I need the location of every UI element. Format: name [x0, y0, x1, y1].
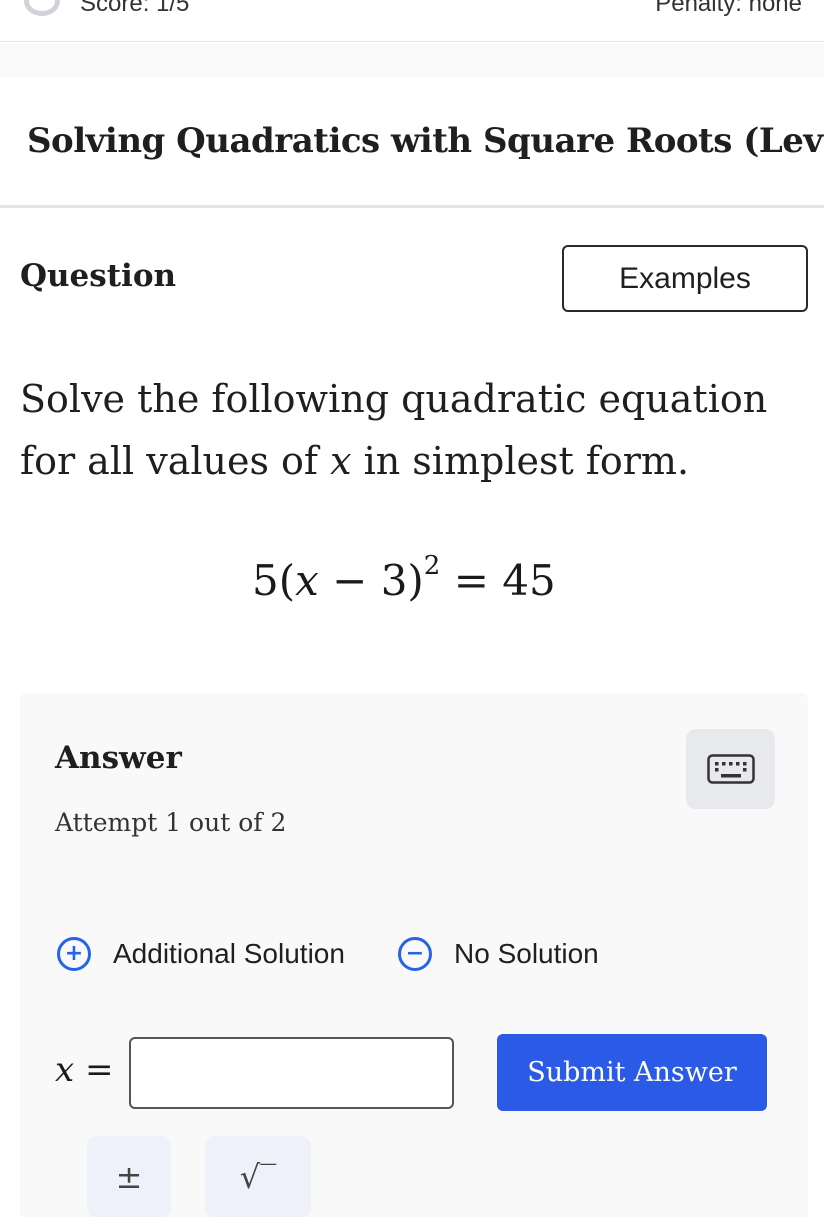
equation-inner: − 3)	[318, 556, 424, 605]
equation-coefficient: 5(	[252, 556, 296, 605]
keyboard-button[interactable]	[686, 729, 775, 809]
question-heading: Question	[20, 258, 177, 294]
prompt-variable: x	[330, 439, 352, 483]
equation-variable: x	[295, 556, 319, 605]
answer-input[interactable]	[129, 1037, 454, 1109]
score-text: Score: 1/5	[80, 0, 190, 17]
additional-solution-option[interactable]: + Additional Solution	[57, 934, 345, 974]
top-bar: Score: 1/5 Penalty: none	[0, 0, 824, 42]
additional-solution-label: Additional Solution	[113, 938, 345, 969]
answer-heading: Answer	[55, 740, 182, 776]
equation: 5(x − 3)2 = 45	[252, 551, 556, 605]
no-solution-label: No Solution	[454, 938, 599, 969]
no-solution-option[interactable]: − No Solution	[398, 934, 599, 974]
square-root-button[interactable]: √‾	[205, 1136, 311, 1217]
divider-strip	[0, 43, 824, 77]
examples-button[interactable]: Examples	[562, 245, 808, 312]
score-ring-icon	[24, 0, 60, 16]
plus-minus-button[interactable]: ±	[87, 1136, 171, 1217]
minus-circle-icon: −	[398, 937, 432, 971]
attempt-counter: Attempt 1 out of 2	[55, 808, 287, 837]
title-band: Solving Quadratics with Square Roots (Le…	[0, 77, 824, 208]
keyboard-icon	[706, 754, 755, 784]
answer-equals: =	[74, 1050, 114, 1090]
answer-variable: x	[55, 1050, 75, 1090]
answer-variable-label: x =	[55, 1050, 113, 1090]
equation-rhs: = 45	[440, 556, 556, 605]
equation-exponent: 2	[423, 551, 441, 581]
penalty-text: Penalty: none	[655, 0, 802, 17]
plus-circle-icon: +	[57, 937, 91, 971]
question-prompt: Solve the following quadratic equation f…	[20, 368, 810, 492]
prompt-text-end: in simplest form.	[351, 439, 690, 483]
page-title: Solving Quadratics with Square Roots (Le…	[27, 121, 824, 161]
submit-answer-button[interactable]: Submit Answer	[497, 1034, 767, 1111]
